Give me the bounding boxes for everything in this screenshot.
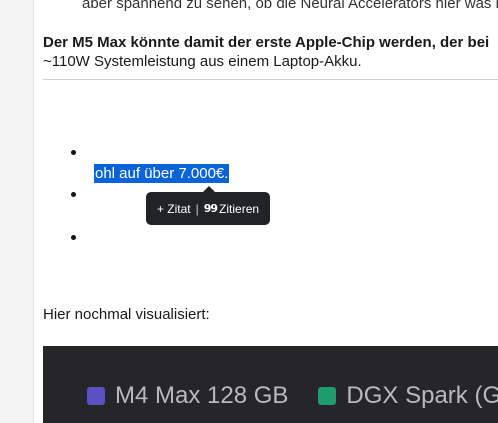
quote-button[interactable]: 99 Zitieren — [204, 202, 259, 216]
tooltip-separator: | — [195, 201, 199, 216]
list-bullet — [71, 150, 76, 155]
legend-swatch-m4-max — [87, 387, 105, 405]
legend-label-dgx-spark: DGX Spark (G — [346, 382, 498, 409]
legend-swatch-dgx-spark — [318, 387, 337, 405]
article-content: aber spannend zu sehen, ob die Neural Ac… — [43, 0, 498, 423]
legend-label-m4-max: M4 Max 128 GB — [115, 382, 289, 409]
quote-icon: 99 — [203, 202, 218, 215]
list-bullet — [71, 235, 76, 240]
article-fragment-line: aber spannend zu sehen, ob die Neural Ac… — [82, 0, 498, 12]
add-quote-button[interactable]: + Zitat — [157, 202, 191, 216]
bold-sentence: Der M5 Max könnte damit der erste Apple-… — [43, 34, 490, 51]
sentence-continuation: ~110W Systemleistung aus einem Laptop-Ak… — [43, 53, 362, 70]
chart-panel: M4 Max 128 GB DGX Spark (G — [43, 346, 498, 423]
chart-legend: M4 Max 128 GB DGX Spark (G — [87, 382, 498, 410]
visualized-caption: Hier nochmal visualisiert: — [43, 306, 210, 323]
left-gutter — [0, 0, 34, 423]
section-divider — [43, 79, 498, 80]
gutter-divider — [33, 0, 34, 423]
list-bullet — [71, 192, 76, 197]
quote-button-label: Zitieren — [219, 201, 260, 216]
selection-tooltip: + Zitat | 99 Zitieren — [146, 192, 270, 225]
selected-text[interactable]: ohl auf über 7.000€. — [94, 164, 230, 183]
